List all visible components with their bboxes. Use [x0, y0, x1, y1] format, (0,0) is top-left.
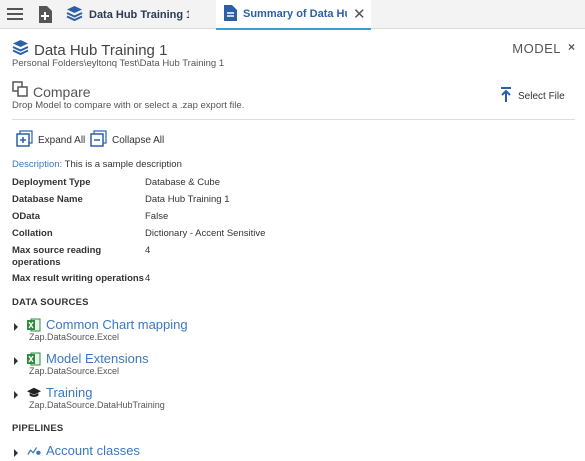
property-key: Collation	[12, 228, 53, 239]
document-icon	[224, 4, 237, 24]
data-source-type: Zap.DataSource.Excel	[29, 332, 120, 342]
collapse-all-button[interactable]: Collapse All	[90, 130, 164, 150]
property-key: Max source reading operations	[12, 245, 102, 268]
compare-heading: Compare	[12, 81, 91, 102]
expand-all-icon	[16, 130, 34, 150]
pipelines-heading: PIPELINES	[12, 423, 64, 434]
close-icon[interactable]: ×	[568, 40, 575, 54]
description-value: This is a sample description	[64, 159, 182, 170]
excel-icon	[27, 352, 41, 366]
expand-arrow-icon[interactable]	[14, 322, 18, 331]
property-value: Database & Cube	[145, 177, 220, 188]
expand-arrow-icon[interactable]	[14, 448, 18, 457]
hamburger-menu-icon[interactable]	[6, 6, 24, 22]
data-source-name[interactable]: Model Extensions	[46, 351, 149, 366]
property-key: Deployment Type	[12, 177, 91, 188]
select-file-button[interactable]: Select File	[500, 87, 565, 106]
property-row: Collation Dictionary - Accent Sensitive	[12, 226, 412, 243]
pipeline-name[interactable]: Account classes	[46, 443, 140, 458]
data-source-type: Zap.DataSource.Excel	[29, 366, 120, 376]
property-key: Max result writing operations	[12, 273, 144, 284]
tab-label: Data Hub Training 1	[89, 8, 189, 21]
pipeline-item[interactable]: Account classes	[14, 443, 140, 458]
properties-table: Deployment Type Database & Cube Database…	[12, 175, 412, 288]
pipeline-chart-icon	[27, 444, 41, 458]
page-title: Data Hub Training 1	[34, 41, 168, 59]
property-row: Deployment Type Database & Cube	[12, 175, 412, 192]
property-key: OData	[12, 211, 40, 222]
expand-all-button[interactable]: Expand All	[16, 130, 85, 150]
property-value: 4	[145, 245, 151, 256]
tab-summary[interactable]: Summary of Data Hub Training 1 ✕	[216, 0, 371, 30]
property-row: OData False	[12, 209, 412, 226]
excel-icon	[27, 318, 41, 332]
property-value: False	[145, 211, 169, 222]
data-sources-heading: DATA SOURCES	[12, 297, 89, 308]
data-source-name[interactable]: Common Chart mapping	[46, 317, 188, 332]
property-row: Database Name Data Hub Training 1	[12, 192, 412, 209]
property-row: Max source reading operations 4	[12, 243, 412, 271]
expand-arrow-icon[interactable]	[14, 390, 18, 399]
property-value: Dictionary - Accent Sensitive	[145, 228, 266, 239]
layers-icon	[66, 5, 83, 25]
tab-label: Summary of Data Hub Training 1	[243, 8, 347, 20]
close-tab-icon[interactable]: ✕	[353, 7, 366, 22]
upload-icon	[500, 87, 512, 106]
expand-arrow-icon[interactable]	[14, 356, 18, 365]
property-row: Max result writing operations 4	[12, 271, 412, 288]
breadcrumb: Personal Folders\eyltonq Test\Data Hub T…	[12, 58, 225, 69]
property-value: 4	[145, 273, 151, 284]
property-value: Data Hub Training 1	[145, 194, 230, 205]
data-source-item[interactable]: Training Zap.DataSource.DataHubTraining	[14, 385, 165, 410]
compare-icon	[12, 81, 28, 102]
description-key: Description:	[12, 159, 63, 170]
collapse-all-label: Collapse All	[112, 134, 165, 146]
description-line: Description: This is a sample descriptio…	[12, 159, 182, 170]
divider	[12, 119, 575, 120]
data-source-item[interactable]: Model Extensions Zap.DataSource.Excel	[14, 351, 149, 376]
expand-all-label: Expand All	[38, 134, 86, 146]
collapse-all-icon	[90, 130, 108, 150]
select-file-label: Select File	[518, 91, 565, 102]
property-key: Database Name	[12, 194, 83, 205]
data-source-item[interactable]: Common Chart mapping Zap.DataSource.Exce…	[14, 317, 188, 342]
graduation-cap-icon	[27, 386, 41, 400]
tab-data-hub-training[interactable]: Data Hub Training 1	[66, 0, 206, 29]
new-document-icon[interactable]	[37, 5, 53, 23]
compare-title: Compare	[33, 83, 91, 100]
tab-bar: Data Hub Training 1 Summary of Data Hub …	[0, 0, 585, 30]
model-type-label: MODEL	[512, 41, 561, 56]
data-source-type: Zap.DataSource.DataHubTraining	[29, 400, 165, 410]
summary-panel: Data Hub Training 1 MODEL × Personal Fol…	[0, 30, 585, 461]
compare-description: Drop Model to compare with or select a .…	[12, 100, 245, 111]
data-source-name[interactable]: Training	[46, 385, 92, 400]
